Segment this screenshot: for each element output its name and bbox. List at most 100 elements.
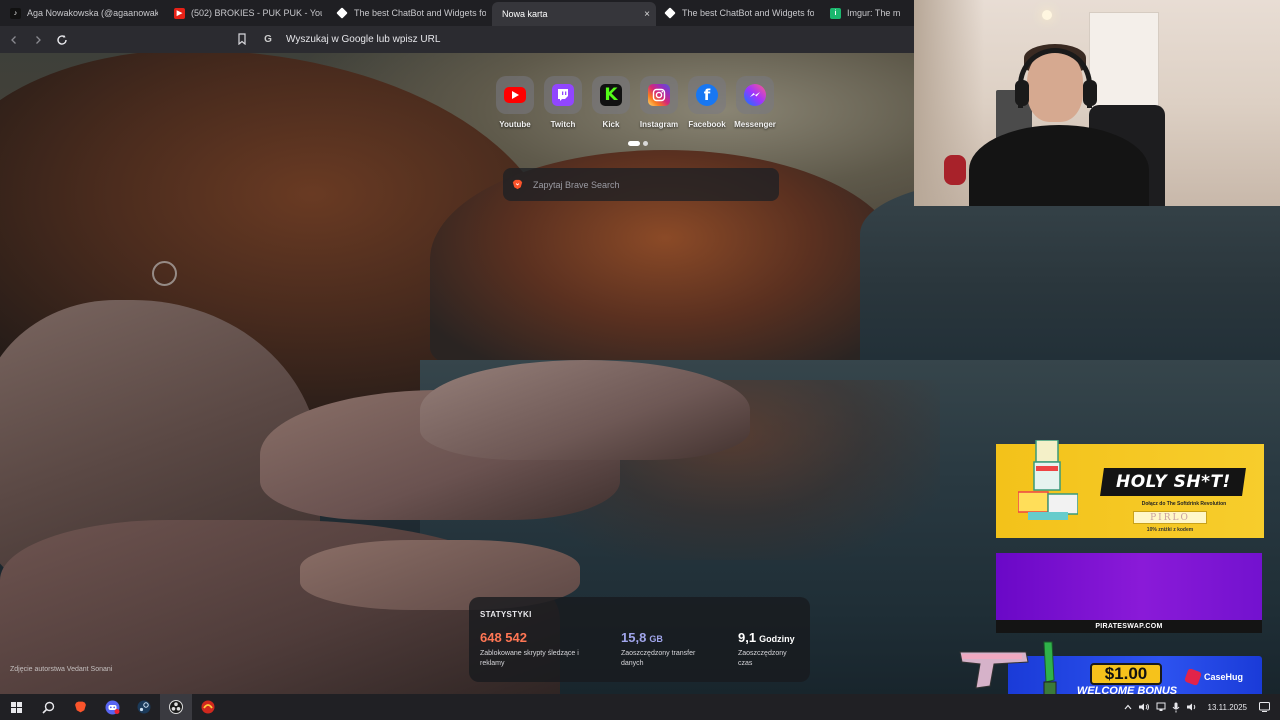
pistol-icon xyxy=(959,651,1029,689)
tab-title: (502) BROKIES - PUK PUK - YouTube xyxy=(191,8,322,18)
ad-price: $1.00 xyxy=(1090,663,1162,685)
brave-icon xyxy=(74,701,86,713)
chevron-up-icon[interactable] xyxy=(1124,703,1132,711)
microphone-icon[interactable] xyxy=(1172,702,1180,713)
stat-value: 9,1 xyxy=(738,630,757,645)
ad-banner-pirateswap[interactable]: PIRATESWAP.COM xyxy=(996,553,1262,633)
reload-icon xyxy=(57,34,67,45)
taskbar-discord[interactable] xyxy=(96,694,128,720)
top-sites: Youtube Twitch K Kick Instagram f Facebo… xyxy=(496,76,776,129)
facebook-icon: f xyxy=(696,84,718,106)
stat-label: Zaoszczędzony transfer danych xyxy=(621,650,696,667)
reload-button[interactable] xyxy=(52,30,72,50)
taskbar-search[interactable] xyxy=(32,694,64,720)
steam-icon xyxy=(137,700,151,714)
stat-unit: Godziny xyxy=(759,634,795,644)
windows-start-icon xyxy=(10,701,22,713)
shortcut-facebook[interactable]: f Facebook xyxy=(688,76,726,129)
chevron-left-icon xyxy=(11,35,16,44)
tab[interactable]: ▶ (502) BROKIES - PUK PUK - YouTube xyxy=(164,0,328,26)
shortcut-label: Twitch xyxy=(550,120,576,129)
ad-url: PIRATESWAP.COM xyxy=(996,620,1262,633)
tab[interactable]: i Imgur: The magic of the Internet xyxy=(820,0,906,26)
shortcut-kick[interactable]: K Kick xyxy=(592,76,630,129)
taskbar-app[interactable] xyxy=(192,694,224,720)
youtube-icon xyxy=(504,87,526,103)
obs-icon xyxy=(169,700,183,714)
tab[interactable]: ♪ Aga Nowakowska (@agaanowakowska xyxy=(0,0,164,26)
brave-search-placeholder: Zapytaj Brave Search xyxy=(533,179,620,190)
imgur-icon: i xyxy=(830,7,841,19)
google-icon: G xyxy=(264,34,272,45)
system-tray: 13.11.2025 xyxy=(1124,694,1270,720)
browser-toolbar: G Wyszukaj w Google lub wpisz URL xyxy=(0,26,914,53)
tab-title: Nowa karta xyxy=(502,9,548,19)
ad-banner-holy[interactable]: HOLY SH*T! Dołącz do The Softdrink Revol… xyxy=(996,440,1264,538)
messenger-icon xyxy=(744,84,766,106)
product-boxes-icon xyxy=(1018,440,1078,520)
casehug-logo: CaseHug xyxy=(1184,668,1243,686)
stat-label: Zaoszczędzony czas xyxy=(738,650,787,667)
app-icon xyxy=(201,700,215,714)
bookmark-icon xyxy=(238,33,246,45)
forward-button[interactable] xyxy=(28,30,48,50)
taskbar-date[interactable]: 13.11.2025 xyxy=(1208,703,1247,712)
ad-discount: 10% zniżki z kodem xyxy=(1146,527,1194,533)
botrix-icon xyxy=(336,7,348,19)
botrix-icon xyxy=(664,7,676,19)
brave-search-box[interactable]: Zapytaj Brave Search xyxy=(503,168,779,201)
tab-title: Imgur: The magic of the Internet xyxy=(847,8,900,18)
stat-value: 15,8 xyxy=(621,630,647,645)
streamer xyxy=(969,125,1149,206)
back-button[interactable] xyxy=(4,30,24,50)
tab[interactable]: The best ChatBot and Widgets for Kick xyxy=(328,0,492,26)
taskbar-brave[interactable] xyxy=(64,694,96,720)
stats-title: STATYSTYKI xyxy=(480,610,532,619)
windows-taskbar: 13.11.2025 xyxy=(0,694,1280,720)
pager-dot[interactable] xyxy=(628,141,640,146)
network-icon[interactable] xyxy=(1156,702,1166,712)
tab-active[interactable]: Nowa karta × xyxy=(492,2,656,26)
close-tab-icon[interactable]: × xyxy=(644,9,650,20)
photo-credit[interactable]: Zdjęcie autorstwa Vedant Sonani xyxy=(10,666,112,673)
pager-dot[interactable] xyxy=(643,141,648,146)
tab-title: Aga Nowakowska (@agaanowakowska xyxy=(27,8,158,18)
stat-trackers: 648 542 Zablokowane skrypty śledzące i r… xyxy=(480,630,590,669)
ad-subtitle: Dołącz do The Softdrink Revolution xyxy=(1141,501,1227,507)
volume-icon[interactable] xyxy=(1138,702,1150,712)
chevron-right-icon xyxy=(36,35,41,44)
loading-cursor-icon xyxy=(152,261,177,286)
taskbar-steam[interactable] xyxy=(128,694,160,720)
shortcut-pager xyxy=(628,141,648,146)
instagram-icon xyxy=(648,84,670,106)
shortcut-label: Messenger xyxy=(734,120,776,129)
stats-widget: STATYSTYKI 648 542 Zablokowane skrypty ś… xyxy=(469,597,810,682)
ad-headline: HOLY SH*T! xyxy=(1115,472,1231,492)
shortcut-instagram[interactable]: Instagram xyxy=(640,76,678,129)
twitch-icon xyxy=(552,84,574,106)
shortcut-messenger[interactable]: Messenger xyxy=(734,76,776,129)
start-button[interactable] xyxy=(0,694,32,720)
speaker-icon[interactable] xyxy=(1186,702,1198,712)
tab[interactable]: The best ChatBot and Widgets for Kick xyxy=(656,0,820,26)
discord-icon xyxy=(105,700,119,714)
notifications-icon[interactable] xyxy=(1259,702,1270,712)
tab-strip: ♪ Aga Nowakowska (@agaanowakowska ▶ (502… xyxy=(0,0,914,26)
address-bar[interactable]: G Wyszukaj w Google lub wpisz URL xyxy=(258,29,908,50)
stat-time: 9,1 Godziny Zaoszczędzony czas xyxy=(738,630,800,669)
shortcut-youtube[interactable]: Youtube xyxy=(496,76,534,129)
shortcut-twitch[interactable]: Twitch xyxy=(544,76,582,129)
promo-code: PIRLO xyxy=(1133,511,1207,524)
tab-title: The best ChatBot and Widgets for Kick xyxy=(682,8,814,18)
search-icon xyxy=(41,701,54,714)
webcam-overlay xyxy=(914,0,1280,206)
taskbar-obs[interactable] xyxy=(160,694,192,720)
shortcut-label: Facebook xyxy=(688,120,726,129)
kick-icon: K xyxy=(600,84,622,106)
youtube-icon: ▶ xyxy=(174,7,185,19)
shortcut-label: Youtube xyxy=(499,120,531,129)
tab-title: The best ChatBot and Widgets for Kick xyxy=(354,8,486,18)
stat-bandwidth: 15,8 GB Zaoszczędzony transfer danych xyxy=(609,630,719,669)
bookmark-button[interactable] xyxy=(233,30,251,48)
address-bar-text: Wyszukaj w Google lub wpisz URL xyxy=(286,34,441,45)
